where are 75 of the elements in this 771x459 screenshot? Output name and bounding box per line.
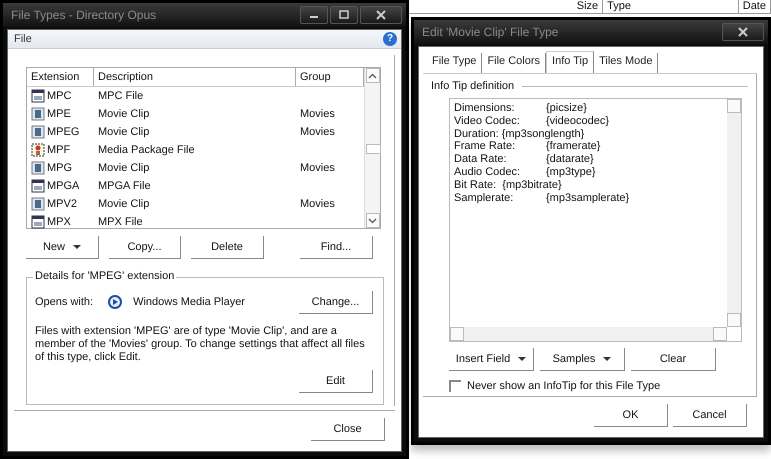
action-button[interactable]: Samples: [540, 348, 625, 371]
ok-button[interactable]: OK: [594, 404, 668, 426]
definition-text: Dimensions: {picsize} Video Codec: {videocodec} Duration: {mp3songlength} Frame Rate: {framerate} Data Rate: {datarate} Audio Codec: {mp3type} Bit Rate: {mp3bitrate} Samplerate: {mp3samplerate}: [453, 101, 630, 206]
tab[interactable]: Info Tip: [546, 51, 594, 73]
opens-with-label: Opens with:: [35, 296, 94, 308]
file-icon: [31, 179, 45, 193]
action-button[interactable]: Find...: [300, 236, 373, 259]
table-cell[interactable]: MPE: [47, 108, 71, 120]
film-icon: [31, 107, 45, 121]
column-header: Type: [603, 0, 739, 13]
film-icon: [31, 161, 45, 175]
help-button[interactable]: ?: [383, 32, 397, 46]
column-header: Size: [558, 0, 604, 13]
definition-field[interactable]: Dimensions: {picsize} Video Codec: {videocodec} Duration: {mp3songlength} Frame Rate: {framerate} Data Rate: {datarate} Audio Codec: {mp3type} Bit Rate: {mp3bitrate} Samplerate: {mp3samplerate}: [449, 98, 742, 342]
action-button[interactable]: Clear: [631, 348, 716, 371]
scroll-thumb[interactable]: [366, 144, 381, 154]
action-button[interactable]: New: [26, 236, 99, 259]
package-icon: [31, 143, 45, 157]
group-title: Details for 'MPEG' extension: [33, 270, 176, 282]
details-description: Files with extension 'MPEG' are of type 'Movie Clip', and are a member of the 'Movies' group. To change settings that affect all files of this type, click Edit.: [35, 325, 366, 364]
table-cell[interactable]: MPGA: [47, 180, 80, 192]
maximize-button[interactable]: [330, 6, 358, 24]
column-header: Date: [738, 0, 771, 13]
close-icon: [737, 27, 749, 37]
window-title: Edit 'Movie Clip' File Type: [422, 25, 558, 39]
table-cell-text: Movies: [299, 162, 336, 174]
close-dialog-button[interactable]: Close: [311, 418, 385, 440]
cancel-button[interactable]: Cancel: [673, 404, 747, 426]
caret-icon: [603, 356, 612, 362]
table-cell[interactable]: MPX: [47, 216, 71, 228]
action-button[interactable]: Delete: [191, 236, 264, 259]
column-header[interactable]: Extension: [27, 68, 94, 86]
close-icon: [375, 10, 387, 20]
vertical-scrollbar[interactable]: [727, 99, 741, 327]
menu-item[interactable]: File: [14, 33, 32, 45]
file-icon: [31, 89, 45, 103]
table-cell-text: Movies: [299, 198, 336, 210]
table-cell-text: MPC File: [97, 90, 144, 102]
table-cell-text: MPGA File: [97, 180, 152, 192]
film-icon: [31, 197, 45, 211]
table-cell-text: Movie Clip: [97, 108, 150, 120]
column-header[interactable]: Description: [94, 68, 296, 86]
tab[interactable]: Tiles Mode: [594, 53, 658, 73]
play-icon: [107, 294, 124, 310]
edit-button[interactable]: Edit: [299, 370, 373, 393]
file-icon: [31, 215, 45, 229]
table-cell-text: Movies: [299, 126, 336, 138]
table-cell-text: Movies: [299, 108, 336, 120]
table-cell[interactable]: MPC: [47, 90, 72, 102]
maximize-icon: [338, 10, 350, 20]
vertical-scrollbar[interactable]: [364, 68, 380, 228]
table-cell-text: Movie Clip: [97, 126, 150, 138]
horizontal-scrollbar[interactable]: [450, 327, 727, 341]
table-cell-text: Movie Clip: [97, 162, 150, 174]
table-cell-text: Movie Clip: [97, 198, 150, 210]
close-button[interactable]: [722, 23, 764, 41]
caret-icon: [73, 244, 81, 250]
caret-icon: [518, 356, 526, 362]
window-title: File Types - Directory Opus: [11, 8, 156, 22]
table-cell-text: Media Package File: [97, 144, 196, 156]
never-show-checkbox[interactable]: Never show an InfoTip for this File Type: [449, 380, 748, 392]
action-button[interactable]: Copy...: [109, 236, 181, 259]
change-button[interactable]: Change...: [299, 290, 373, 314]
table-cell[interactable]: MPF: [47, 144, 70, 156]
minimize-button[interactable]: [300, 6, 328, 24]
film-icon: [31, 125, 45, 139]
table-cell[interactable]: MPEG: [47, 126, 80, 138]
application-name: Windows Media Player: [133, 296, 246, 308]
table-cell-text: MPX File: [97, 216, 144, 228]
group-title: Info Tip definition: [431, 80, 514, 92]
action-button[interactable]: Insert Field: [449, 348, 534, 371]
table-cell[interactable]: MPG: [47, 162, 72, 174]
close-button[interactable]: [360, 6, 402, 24]
table-cell[interactable]: MPV2: [47, 198, 77, 210]
tab[interactable]: File Type: [427, 53, 482, 73]
